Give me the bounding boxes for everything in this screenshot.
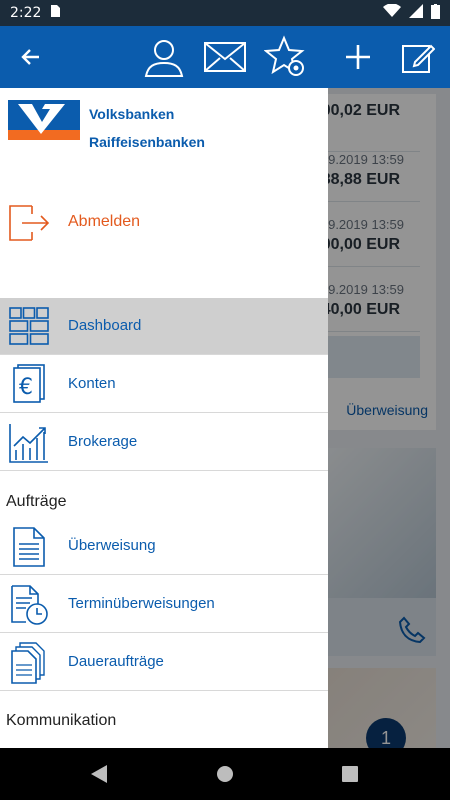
envelope-icon	[204, 42, 246, 72]
wifi-icon	[383, 3, 401, 22]
plus-icon	[346, 45, 370, 69]
menu-item-label: Daueraufträge	[68, 653, 164, 670]
menu-item-dashboard[interactable]: Dashboard	[0, 298, 328, 355]
menu-item-label: Konten	[68, 375, 116, 392]
document-icon	[8, 526, 50, 568]
grid-icon	[8, 306, 50, 348]
menu-item-label: Terminüberweisungen	[68, 595, 215, 612]
bank-logo	[8, 100, 80, 145]
menu-item-terminueberweisungen[interactable]: Terminüberweisungen	[0, 576, 328, 633]
profile-button[interactable]	[142, 26, 186, 88]
logout-button[interactable]: Abmelden	[0, 202, 328, 244]
section-header-orders: Aufträge	[6, 493, 67, 510]
menu-item-ueberweisung[interactable]: Überweisung	[0, 518, 328, 575]
status-bar: 2:22	[0, 0, 450, 26]
euro-document-icon: €	[8, 364, 50, 406]
add-button[interactable]	[338, 26, 378, 88]
person-icon	[144, 40, 184, 77]
nav-home-icon[interactable]	[216, 765, 234, 788]
menu-item-label: Überweisung	[68, 537, 156, 554]
menu-item-label: Dashboard	[68, 317, 142, 334]
back-button[interactable]	[10, 26, 50, 88]
status-time: 2:22	[10, 5, 42, 21]
navigation-drawer: Volksbanken Raiffeisenbanken Abmelden Da…	[0, 88, 328, 748]
menu-item-konten[interactable]: € Konten	[0, 356, 328, 413]
bank-name: Volksbanken Raiffeisenbanken	[89, 106, 205, 150]
svg-text:€: €	[19, 375, 33, 400]
arrow-left-icon	[21, 49, 39, 65]
nav-recents-icon[interactable]	[342, 766, 358, 787]
edit-icon	[402, 44, 435, 73]
logout-label: Abmelden	[68, 213, 141, 230]
document-clock-icon	[8, 584, 50, 626]
battery-icon	[431, 3, 440, 23]
section-header-communication: Kommunikation	[6, 712, 117, 729]
system-navigation-bar	[0, 748, 450, 800]
mail-button[interactable]	[203, 26, 247, 88]
logout-icon	[8, 202, 50, 249]
menu-item-dauerauftraege[interactable]: Daueraufträge	[0, 634, 328, 691]
nav-back-icon[interactable]	[90, 764, 108, 789]
menu-item-label: Brokerage	[68, 433, 138, 450]
app-bar	[0, 26, 450, 88]
chart-growth-icon	[8, 422, 50, 464]
star-gear-icon	[264, 35, 305, 76]
sd-card-icon	[49, 4, 61, 22]
signal-icon	[409, 4, 423, 22]
edit-button[interactable]	[398, 26, 438, 88]
menu-item-brokerage[interactable]: Brokerage	[0, 414, 328, 471]
favorites-settings-button[interactable]	[264, 26, 308, 88]
stacked-documents-icon	[8, 642, 50, 684]
